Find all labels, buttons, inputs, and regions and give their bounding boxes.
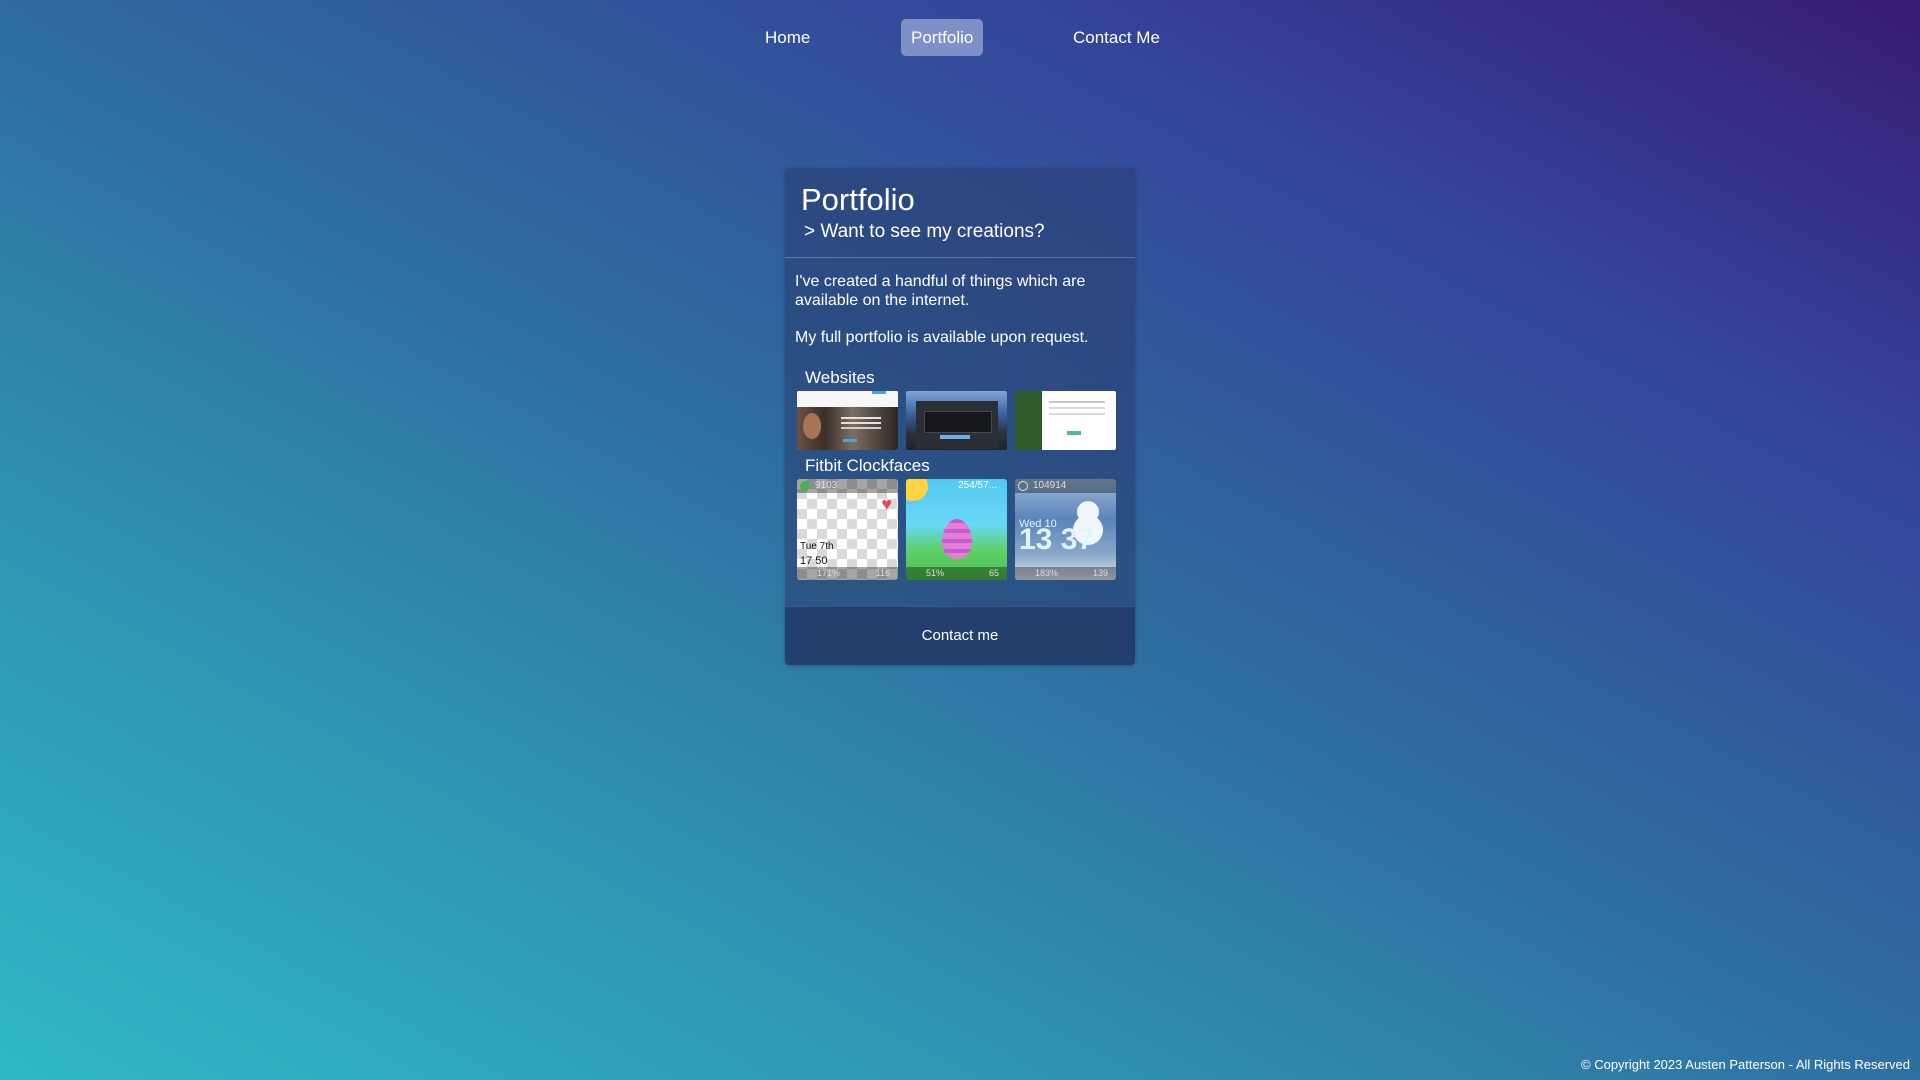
clock-top-stat: 254/57... <box>958 480 997 491</box>
easter-egg-icon <box>942 519 972 559</box>
clockfaces-heading: Fitbit Clockfaces <box>805 456 930 475</box>
clock-top-stat: 104914 <box>1033 480 1067 491</box>
clock-top-bar: 9103 <box>797 479 898 493</box>
thumbnail-text-lines <box>1049 401 1105 403</box>
website-thumbnail[interactable] <box>797 391 898 450</box>
clock-bottom-bar: 51% 65 <box>906 567 1007 580</box>
snowman-icon <box>1077 501 1099 523</box>
thumbnail-panel <box>924 411 992 433</box>
sun-icon <box>906 479 928 501</box>
thumbnail-button <box>843 439 857 442</box>
thumbnail-button <box>940 435 970 439</box>
intro-paragraph: I've created a handful of things which a… <box>795 273 1086 309</box>
clock-heart-rate: 139 <box>1092 568 1108 578</box>
steps-icon <box>1018 481 1028 491</box>
card-body: I've created a handful of things which a… <box>785 258 1135 580</box>
clock-bottom-bar: 183% 139 <box>1015 567 1116 580</box>
card-title: Portfolio <box>801 182 915 217</box>
clock-top-stat: 9103 <box>815 480 838 491</box>
websites-heading: Websites <box>805 368 875 387</box>
clockfaces-gallery: 9103 ♥ Tue 7th 17 50 171% 116 254/57... … <box>797 479 1125 580</box>
steps-icon <box>800 481 810 491</box>
clock-heart-rate: 65 <box>988 568 999 578</box>
portfolio-note: My full portfolio is available upon requ… <box>795 329 1089 346</box>
website-thumbnail[interactable] <box>1015 391 1116 450</box>
nav-home-link[interactable]: Home <box>755 19 820 56</box>
clock-top-bar: 104914 <box>1015 479 1116 493</box>
copyright-notice: © Copyright 2023 Austen Patterson - All … <box>1581 1057 1910 1072</box>
thumbnail-button <box>1067 431 1081 435</box>
clockface-thumbnail[interactable]: 104914 Wed 10 13 37 183% 139 <box>1015 479 1116 580</box>
card-header: Portfolio > Want to see my creations? <box>785 168 1135 258</box>
website-thumbnail[interactable] <box>906 391 1007 450</box>
contact-me-button[interactable]: Contact me <box>785 606 1135 665</box>
heart-icon: ♥ <box>881 494 892 514</box>
clockface-thumbnail[interactable]: 9103 ♥ Tue 7th 17 50 171% 116 <box>797 479 898 580</box>
thumbnail-accent <box>872 391 886 394</box>
thumbnail-portrait <box>803 413 821 439</box>
clock-bottom-bar: 171% 116 <box>797 567 898 580</box>
clock-heart-rate: 116 <box>875 568 890 578</box>
thumbnail-sidebar <box>1015 391 1042 450</box>
clock-battery: 171% <box>817 568 841 578</box>
clockface-thumbnail[interactable]: 254/57... 51% 65 <box>906 479 1007 580</box>
clock-battery: 51% <box>926 568 945 578</box>
nav-contact-link[interactable]: Contact Me <box>1063 19 1170 56</box>
clock-time: 13 37 <box>1019 523 1095 556</box>
clock-battery: 183% <box>1035 568 1059 578</box>
top-nav: Home Portfolio Contact Me <box>0 19 1920 56</box>
websites-gallery <box>797 391 1125 450</box>
portfolio-card: Portfolio > Want to see my creations? I'… <box>785 168 1135 665</box>
card-subtitle: > Want to see my creations? <box>804 221 1045 242</box>
thumbnail-text-lines <box>841 417 881 419</box>
nav-portfolio-link[interactable]: Portfolio <box>901 19 984 56</box>
